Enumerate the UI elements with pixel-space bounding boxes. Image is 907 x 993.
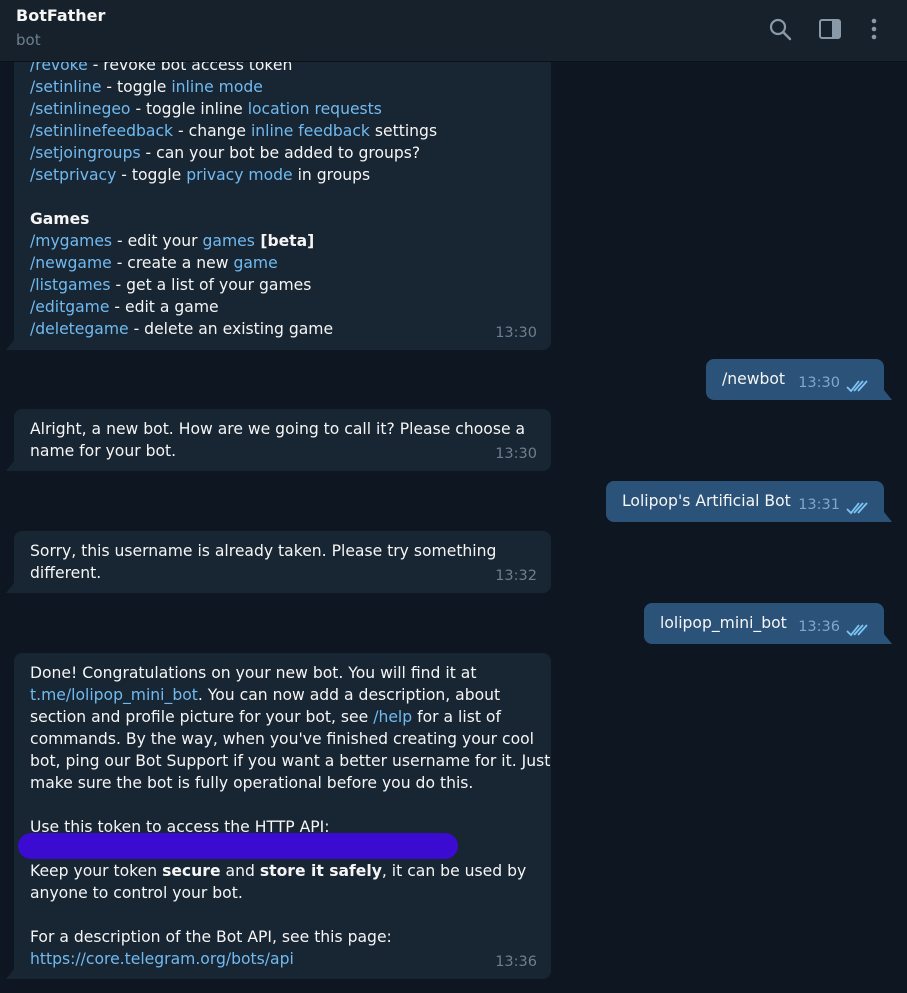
message-line: commands. By the way, when you've finish… bbox=[30, 730, 535, 748]
message-time: 13:30 bbox=[798, 375, 840, 391]
message-text: Keep your token bbox=[30, 862, 163, 880]
message-text: and bbox=[220, 862, 260, 880]
message-line: /setinline - toggle inline mode bbox=[30, 76, 535, 98]
message-text: - create a new bbox=[111, 254, 234, 272]
message-line: section and profile picture for your bot… bbox=[30, 706, 550, 728]
message-line: name for your bot. bbox=[30, 442, 177, 460]
message-line: /mygames - edit your games [beta] bbox=[30, 230, 535, 252]
bold-text: secure bbox=[162, 862, 221, 880]
text-link[interactable]: game bbox=[233, 254, 277, 272]
message-bubble-outgoing: lolipop_mini_bot 13:36 bbox=[644, 603, 884, 644]
message-bubble-outgoing: Lolipop's Artificial Bot 13:31 bbox=[606, 481, 884, 522]
command-link[interactable]: /setprivacy bbox=[30, 166, 116, 184]
message-line: Sorry, this username is already taken. P… bbox=[30, 542, 497, 560]
message-line: /setinlinegeo - toggle inline location r… bbox=[30, 98, 535, 120]
api-docs-link[interactable]: https://core.telegram.org/bots/api bbox=[30, 950, 294, 968]
command-link[interactable]: /newgame bbox=[30, 254, 112, 272]
message-text: - toggle inline bbox=[130, 100, 248, 118]
message-text: - edit a game bbox=[109, 298, 219, 316]
message-text: - edit your bbox=[112, 232, 203, 250]
message-bubble-commands: /revoke - revoke bot access token /setin… bbox=[14, 56, 551, 350]
message-text: /newbot bbox=[722, 370, 786, 388]
sidebar-toggle-icon[interactable] bbox=[817, 16, 843, 42]
message-time: 13:30 bbox=[495, 325, 537, 341]
message-text: Lolipop's Artificial Bot bbox=[622, 492, 791, 510]
section-heading: Games bbox=[30, 210, 90, 228]
chat-header-overlay: BotFather bot bbox=[0, 0, 907, 62]
message-bubble-token: Done! Congratulations on your new bot. Y… bbox=[14, 653, 551, 979]
command-link[interactable]: /setinline bbox=[30, 78, 101, 96]
message-text: . You can now add a description, about bbox=[197, 686, 501, 704]
message-text: - can your bot be added to groups? bbox=[140, 144, 421, 162]
text-link[interactable]: location requests bbox=[248, 100, 382, 118]
message-line: different. bbox=[30, 564, 102, 582]
message-text: , it can be used by bbox=[381, 862, 527, 880]
message-text: for a list of bbox=[412, 708, 501, 726]
message-line: /newgame - create a new game bbox=[30, 252, 535, 274]
command-link[interactable]: /editgame bbox=[30, 298, 109, 316]
message-line: For a description of the Bot API, see th… bbox=[30, 928, 392, 946]
message-time: 13:31 bbox=[798, 497, 840, 513]
message-line: /deletegame - delete an existing game bbox=[30, 318, 535, 340]
command-link[interactable]: /listgames bbox=[30, 276, 111, 294]
text-link[interactable]: games bbox=[203, 232, 255, 250]
message-line: Alright, a new bot. How are we going to … bbox=[30, 420, 526, 438]
message-text: - change bbox=[173, 122, 251, 140]
chat-subtitle-overlay: bot bbox=[16, 31, 41, 49]
message-line: make sure the bot is fully operational b… bbox=[30, 774, 474, 792]
text-link[interactable]: inline feedback bbox=[251, 122, 370, 140]
search-icon[interactable] bbox=[767, 16, 793, 42]
more-vertical-icon[interactable] bbox=[861, 16, 887, 42]
message-line: https://core.telegram.org/bots/api bbox=[30, 948, 550, 970]
bold-text: [beta] bbox=[254, 232, 315, 250]
command-link[interactable]: /setinlinegeo bbox=[30, 100, 130, 118]
message-time: 13:36 bbox=[495, 954, 537, 970]
message-line: /setinlinefeedback - change inline feedb… bbox=[30, 120, 535, 142]
message-time: 13:36 bbox=[798, 619, 840, 635]
message-line: t.me/lolipop_mini_bot. You can now add a… bbox=[30, 684, 550, 706]
message-line: Done! Congratulations on your new bot. Y… bbox=[30, 664, 477, 682]
message-text: lolipop_mini_bot bbox=[660, 614, 787, 632]
command-link[interactable]: /mygames bbox=[30, 232, 112, 250]
bold-text: store it safely bbox=[259, 862, 382, 880]
message-line: /editgame - edit a game bbox=[30, 296, 535, 318]
command-link[interactable]: /help bbox=[373, 708, 412, 726]
message-time: 13:32 bbox=[495, 568, 537, 584]
message-text: settings bbox=[369, 122, 438, 140]
command-link[interactable]: /setinlinefeedback bbox=[30, 122, 173, 140]
message-time: 13:30 bbox=[495, 446, 537, 462]
bot-link[interactable]: t.me/lolipop_mini_bot bbox=[30, 686, 198, 704]
message-text: - toggle bbox=[116, 166, 187, 184]
message-line: /setprivacy - toggle privacy mode in gro… bbox=[30, 164, 535, 186]
double-check-icon bbox=[846, 380, 868, 393]
command-link[interactable]: /setjoingroups bbox=[30, 144, 141, 162]
message-bubble-outgoing: /newbot 13:30 bbox=[706, 359, 884, 400]
double-check-icon bbox=[846, 502, 868, 515]
message-text: in groups bbox=[292, 166, 371, 184]
message-line: Keep your token secure and store it safe… bbox=[30, 860, 550, 882]
message-line: anyone to control your bot. bbox=[30, 884, 243, 902]
message-bubble-incoming: Sorry, this username is already taken. P… bbox=[14, 531, 551, 593]
text-link[interactable]: inline mode bbox=[171, 78, 263, 96]
message-text: - delete an existing game bbox=[128, 320, 334, 338]
chat-title-overlay: BotFather bbox=[16, 6, 106, 25]
message-text: section and profile picture for your bot… bbox=[30, 708, 374, 726]
message-line: /setjoingroups - can your bot be added t… bbox=[30, 142, 535, 164]
message-text: - get a list of your games bbox=[110, 276, 312, 294]
double-check-icon bbox=[846, 624, 868, 637]
message-line: bot, ping our Bot Support if you want a … bbox=[30, 752, 551, 770]
token-redaction-mark bbox=[18, 833, 458, 859]
command-link[interactable]: /deletegame bbox=[30, 320, 129, 338]
message-line: /listgames - get a list of your games bbox=[30, 274, 535, 296]
message-bubble-incoming: Alright, a new bot. How are we going to … bbox=[14, 409, 551, 471]
message-text: - toggle bbox=[101, 78, 172, 96]
text-link[interactable]: privacy mode bbox=[186, 166, 292, 184]
